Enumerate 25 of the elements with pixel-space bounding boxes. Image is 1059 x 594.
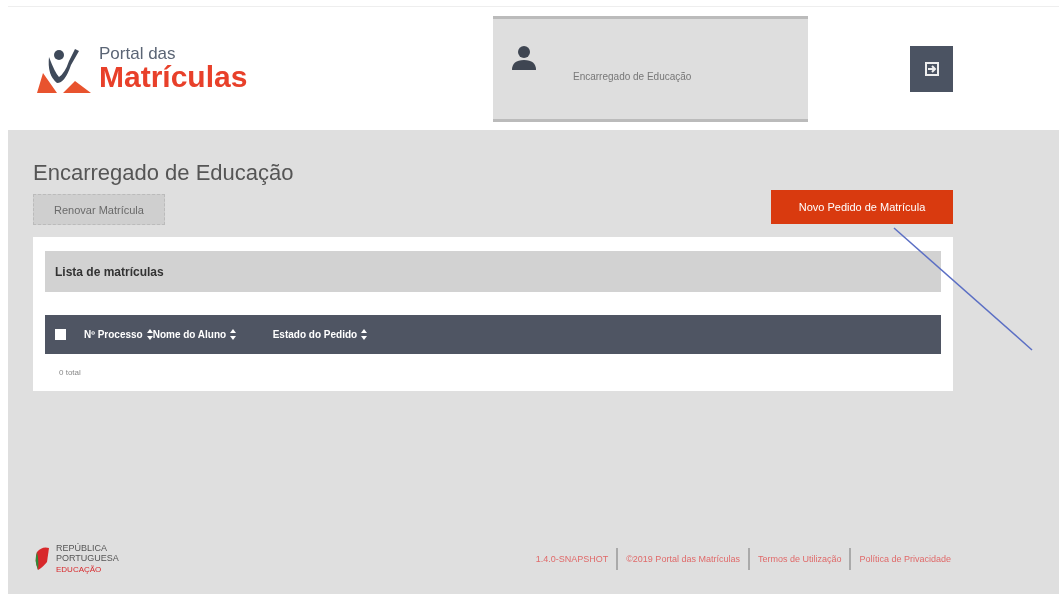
logout-button[interactable] — [910, 45, 953, 92]
sort-icon[interactable] — [361, 329, 368, 340]
user-icon — [511, 44, 537, 71]
new-request-button[interactable]: Novo Pedido de Matrícula — [771, 189, 953, 224]
column-header[interactable]: Nº Processo — [84, 329, 143, 340]
footer-link[interactable]: Termos de Utilização — [747, 547, 850, 570]
brand-text: PORTUGUESA — [56, 553, 119, 564]
footer-link[interactable]: 1.4.0-SNAPSHOT — [527, 547, 617, 570]
brand-text: REPÚBLICA — [56, 543, 109, 554]
sort-icon[interactable] — [230, 329, 237, 340]
logo-title: Matrículas — [99, 62, 248, 92]
user-role: Encarregado de Educação — [573, 70, 692, 82]
page-title: Encarregado de Educação — [33, 160, 295, 186]
column-header[interactable]: Nome do Aluno — [152, 329, 227, 340]
logo-subtitle: Portal das — [99, 45, 177, 62]
footer-link[interactable]: ©2019 Portal das Matrículas — [616, 547, 748, 570]
column-header[interactable]: Estado do Pedido — [272, 329, 358, 340]
panel-title: Lista de matrículas — [45, 251, 941, 292]
logout-icon — [924, 61, 939, 76]
flag-icon — [34, 545, 50, 572]
brand-text: EDUCAÇÃO — [56, 564, 103, 574]
footer-link[interactable]: Política de Privacidade — [849, 547, 959, 570]
select-all-checkbox[interactable] — [55, 329, 66, 340]
sort-icon[interactable] — [146, 329, 153, 340]
total-count: 0 total — [59, 368, 82, 377]
